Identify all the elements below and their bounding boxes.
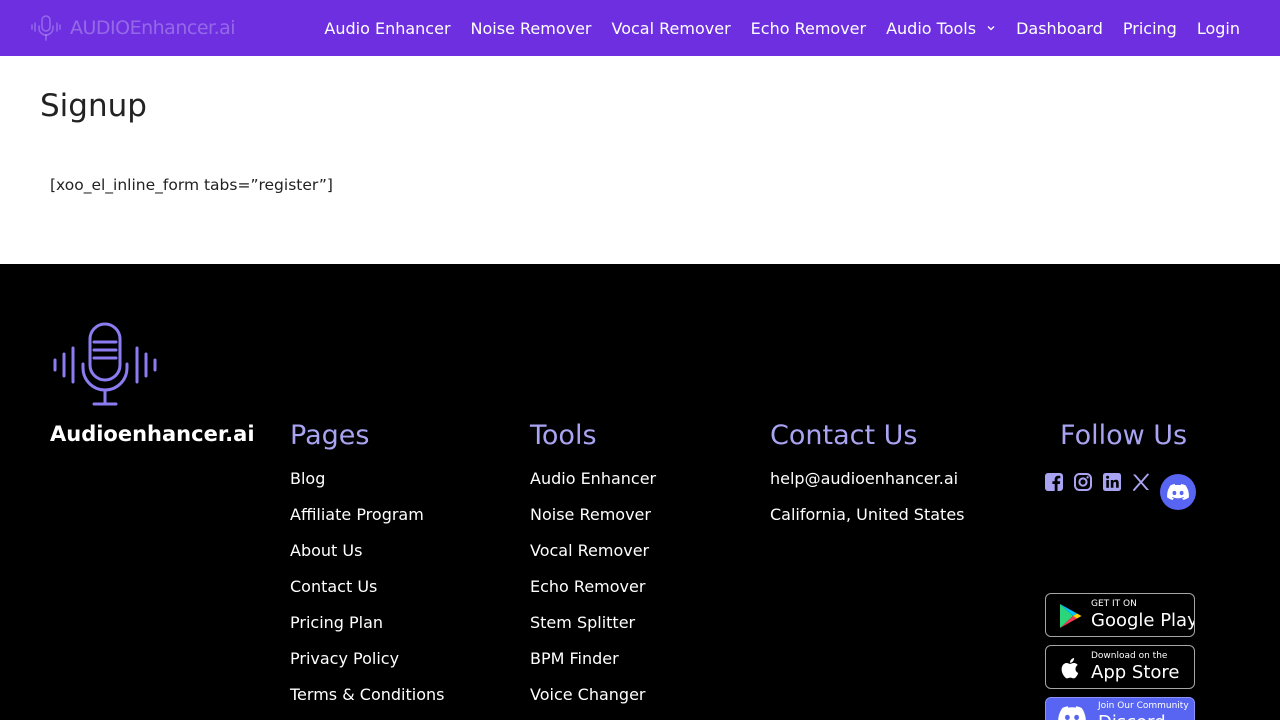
nav-pricing[interactable]: Pricing (1123, 19, 1177, 38)
nav-audio-enhancer[interactable]: Audio Enhancer (324, 19, 450, 38)
footer-link-pricing-plan[interactable]: Pricing Plan (290, 614, 444, 650)
x-icon[interactable] (1131, 472, 1151, 492)
google-play-big-text: Google Play (1091, 610, 1195, 631)
contact-email-link[interactable]: help@audioenhancer.ai (770, 470, 965, 506)
site-footer: Audioenhancer.ai Pages Blog Affiliate Pr… (0, 264, 1280, 720)
footer-link-vocal-remover[interactable]: Vocal Remover (530, 542, 656, 578)
footer-contact-title: Contact Us (770, 420, 918, 451)
footer-link-voice-changer[interactable]: Voice Changer (530, 686, 656, 720)
google-play-icon (1060, 604, 1082, 628)
footer-link-affiliate-program[interactable]: Affiliate Program (290, 506, 444, 542)
discord-badge-big-text: Discord (1098, 712, 1166, 720)
site-logo[interactable]: AUDIOEnhancer.ai (30, 14, 236, 42)
nav-noise-remover[interactable]: Noise Remover (471, 19, 592, 38)
footer-follow-column: Follow Us (1060, 420, 1187, 470)
contact-location: California, United States (770, 505, 965, 524)
footer-link-noise-remover[interactable]: Noise Remover (530, 506, 656, 542)
discord-icon (1058, 706, 1086, 720)
linkedin-icon[interactable] (1102, 472, 1122, 492)
footer-pages-column: Pages Blog Affiliate Program About Us Co… (290, 420, 444, 720)
footer-contact-column: Contact Us help@audioenhancer.ai Califor… (770, 420, 965, 542)
app-store-big-text: App Store (1091, 662, 1180, 683)
footer-link-blog[interactable]: Blog (290, 470, 444, 506)
signup-form-shortcode: [xoo_el_inline_form tabs=”register”] (50, 176, 333, 194)
footer-link-echo-remover[interactable]: Echo Remover (530, 578, 656, 614)
footer-link-bpm-finder[interactable]: BPM Finder (530, 650, 656, 686)
logo-text: AUDIOEnhancer.ai (70, 17, 236, 39)
footer-link-stem-splitter[interactable]: Stem Splitter (530, 614, 656, 650)
footer-tools-title: Tools (530, 420, 597, 451)
google-play-small-text: GET IT ON (1091, 599, 1137, 609)
nav-vocal-remover[interactable]: Vocal Remover (612, 19, 731, 38)
footer-brand-name: Audioenhancer.ai (50, 422, 255, 446)
nav-echo-remover[interactable]: Echo Remover (751, 19, 866, 38)
apple-icon (1061, 658, 1079, 679)
nav-dashboard[interactable]: Dashboard (1016, 19, 1103, 38)
footer-pages-title: Pages (290, 420, 370, 451)
footer-tools-column: Tools Audio Enhancer Noise Remover Vocal… (530, 420, 656, 720)
footer-link-audio-enhancer[interactable]: Audio Enhancer (530, 470, 656, 506)
app-store-small-text: Download on the (1091, 651, 1168, 661)
discord-badge-small-text: Join Our Community (1098, 701, 1189, 711)
social-links (1044, 472, 1151, 492)
microphone-logo-icon[interactable] (50, 322, 160, 408)
page-title: Signup (40, 88, 147, 124)
main-nav: Audio Enhancer Noise Remover Vocal Remov… (304, 0, 1240, 56)
chevron-down-icon (987, 26, 995, 31)
nav-audio-tools-label: Audio Tools (886, 18, 977, 38)
footer-follow-title: Follow Us (1060, 420, 1188, 451)
footer-link-terms-conditions[interactable]: Terms & Conditions (290, 686, 444, 720)
discord-floating-button[interactable] (1160, 474, 1196, 510)
app-store-badge[interactable]: Download on the App Store (1045, 645, 1195, 689)
google-play-badge[interactable]: GET IT ON Google Play (1045, 593, 1195, 637)
discord-community-badge[interactable]: Join Our Community Discord (1045, 697, 1195, 720)
nav-audio-tools-dropdown[interactable]: Audio Tools (886, 19, 996, 38)
facebook-icon[interactable] (1044, 472, 1064, 492)
footer-link-contact-us[interactable]: Contact Us (290, 578, 444, 614)
footer-link-about-us[interactable]: About Us (290, 542, 444, 578)
top-navigation-bar: AUDIOEnhancer.ai Audio Enhancer Noise Re… (0, 0, 1280, 56)
instagram-icon[interactable] (1073, 472, 1093, 492)
microphone-logo-icon (31, 15, 61, 41)
nav-login[interactable]: Login (1197, 19, 1240, 38)
discord-icon (1167, 484, 1189, 500)
footer-link-privacy-policy[interactable]: Privacy Policy (290, 650, 444, 686)
